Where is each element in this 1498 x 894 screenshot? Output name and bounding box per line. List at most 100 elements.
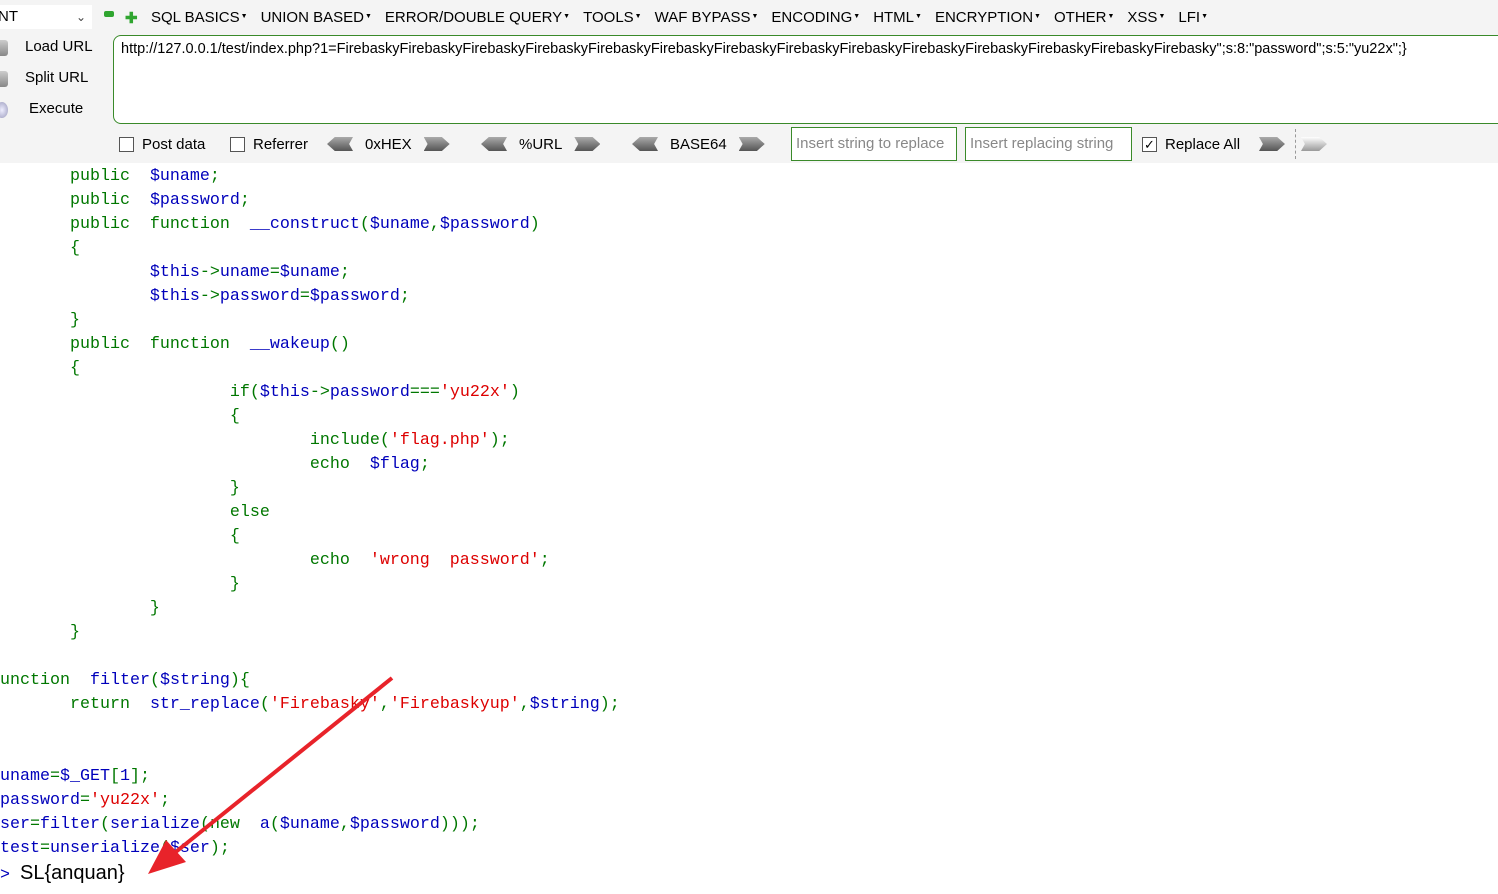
decode-arrow-icon[interactable] [481, 137, 507, 151]
menu-lfi[interactable]: LFI▼ [1178, 9, 1208, 26]
code-line: $test=unserialize($ser); [0, 837, 620, 861]
menu-union-based[interactable]: UNION BASED▼ [261, 9, 372, 26]
checkbox[interactable] [230, 136, 245, 152]
code-token: ]; [129, 767, 150, 786]
code-token: ; [419, 455, 430, 474]
code-token: { [0, 527, 240, 546]
menu-label: HTML [873, 9, 915, 26]
code-token: $password [309, 287, 400, 306]
code-line: echo 'wrong password'; [0, 549, 620, 573]
referrer-label: Referrer [253, 135, 309, 153]
code-token: filter [89, 671, 150, 690]
checkbox-checked[interactable]: ✓ [1142, 136, 1157, 152]
decode-arrow-icon[interactable] [327, 137, 353, 151]
code-token: ; [239, 191, 250, 210]
menu-sql-basics[interactable]: SQL BASICS▼ [151, 9, 248, 26]
menu-label: OTHER [1053, 9, 1107, 26]
code-token: { [0, 407, 240, 426]
dropdown-triangle-icon: ▼ [563, 13, 571, 20]
dropdown-triangle-icon: ▼ [1158, 13, 1166, 20]
code-token: $this [259, 383, 310, 402]
menu-encryption[interactable]: ENCRYPTION▼ [935, 9, 1041, 26]
encode-arrow-icon[interactable] [423, 137, 450, 151]
url-encoder: %URL [481, 127, 601, 161]
code-line: $this->uname=$uname; [0, 261, 620, 285]
replace-next-arrow-icon[interactable] [1301, 137, 1327, 151]
menu-label: ERROR/DOUBLE QUERY [384, 9, 563, 26]
mode-dropdown[interactable]: NT ⌄ [0, 5, 92, 29]
checkbox[interactable] [119, 136, 134, 152]
code-token: echo [0, 551, 370, 570]
code-token: , [339, 815, 350, 834]
menu-label: TOOLS [583, 9, 634, 26]
code-token: $uname [369, 215, 430, 234]
dropdown-triangle-icon: ▼ [1107, 13, 1115, 20]
php-close-tag: ?> [0, 866, 10, 885]
code-token: ( [99, 815, 110, 834]
menu-tools[interactable]: TOOLS▼ [583, 9, 642, 26]
code-line: return str_replace('Firebasky','Firebask… [0, 693, 620, 717]
chevron-down-icon: ⌄ [75, 10, 86, 24]
menu-html[interactable]: HTML▼ [873, 9, 922, 26]
menu-xss[interactable]: XSS▼ [1127, 9, 1165, 26]
menu-encoding[interactable]: ENCODING▼ [771, 9, 860, 26]
code-token: === [409, 383, 440, 402]
base64-encoder: BASE64 [632, 127, 765, 161]
hex-label: 0xHEX [365, 135, 412, 153]
code-line: public $uname; [0, 165, 620, 189]
code-token: } [0, 575, 240, 594]
code-token: uname [219, 263, 270, 282]
code-token: 'flag.php' [389, 431, 490, 450]
replacing-string-input[interactable]: Insert replacing string [965, 127, 1132, 161]
code-token: $password [0, 791, 80, 810]
code-line: } [0, 573, 620, 597]
referrer-checkbox[interactable]: Referrer [230, 127, 308, 161]
code-token: ) [509, 383, 520, 402]
code-token: } [0, 599, 160, 618]
split-icon [0, 71, 8, 87]
replace-arrow-icon[interactable] [1259, 137, 1285, 151]
plus-icon[interactable]: ✚ [125, 9, 138, 27]
code-token: -> [199, 287, 220, 306]
code-token: = [29, 815, 40, 834]
menu-error-double-query[interactable]: ERROR/DOUBLE QUERY▼ [385, 9, 570, 26]
dropdown-triangle-icon: ▼ [1201, 13, 1208, 20]
code-token: $uname [0, 767, 50, 786]
code-token: ( [269, 815, 280, 834]
code-token: 'yu22x' [89, 791, 160, 810]
code-token: public [0, 167, 150, 186]
code-token: __wakeup [249, 335, 330, 354]
code-token: () [329, 335, 350, 354]
encode-arrow-icon[interactable] [574, 137, 601, 151]
menu-label: SQL BASICS [151, 9, 240, 26]
code-token: $test [0, 839, 40, 858]
url-input[interactable]: http://127.0.0.1/test/index.php?1=Fireba… [113, 35, 1498, 124]
menu-waf-bypass[interactable]: WAF BYPASS▼ [655, 9, 759, 26]
code-token: { [69, 359, 80, 378]
code-token: $string [529, 695, 600, 714]
code-token: $string [159, 671, 230, 690]
dropdown-triangle-icon: ▼ [240, 13, 248, 20]
code-line: if($this->password==='yu22x') [0, 381, 620, 405]
replace-next-button[interactable] [1301, 127, 1327, 161]
decode-arrow-icon[interactable] [632, 137, 658, 151]
menu-other[interactable]: OTHER▼ [1054, 9, 1114, 26]
code-token: = [299, 287, 310, 306]
replace-string-input[interactable]: Insert string to replace [791, 127, 957, 161]
code-token: , [519, 695, 530, 714]
code-line: else [0, 501, 620, 525]
replace-button[interactable] [1259, 127, 1285, 161]
code-token: = [39, 839, 50, 858]
code-token: public function [0, 215, 250, 234]
dropdown-triangle-icon: ▼ [1034, 13, 1041, 20]
code-token: $_GET [59, 767, 110, 786]
post-data-checkbox[interactable]: Post data [119, 127, 205, 161]
dropdown-triangle-icon: ▼ [853, 13, 861, 20]
encode-arrow-icon[interactable] [738, 137, 765, 151]
minus-icon[interactable] [104, 11, 114, 17]
replace-all-checkbox[interactable]: ✓ Replace All [1142, 127, 1240, 161]
code-token: function [0, 671, 70, 690]
code-token: $password [439, 215, 530, 234]
url-label: %URL [519, 135, 563, 153]
code-token: -> [309, 383, 330, 402]
